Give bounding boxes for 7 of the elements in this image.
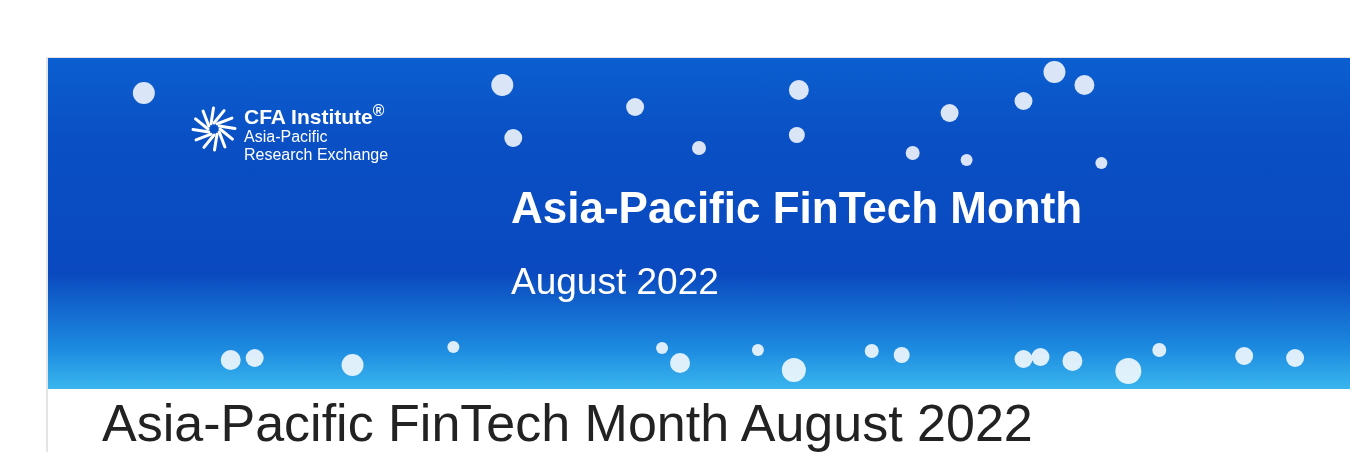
article-title: Asia-Pacific FinTech Month August 2022 (102, 395, 1034, 453)
logo-icon (190, 105, 238, 153)
logo-tagline: Asia-Pacific (244, 128, 329, 147)
logo-tagline: Research Exchange (244, 146, 389, 165)
banner-title: Asia-Pacific FinTech Month (511, 184, 1083, 233)
logo-name: CFA Institute$^{®}$ (244, 105, 386, 129)
banner-subtitle: August 2022 (511, 262, 719, 303)
